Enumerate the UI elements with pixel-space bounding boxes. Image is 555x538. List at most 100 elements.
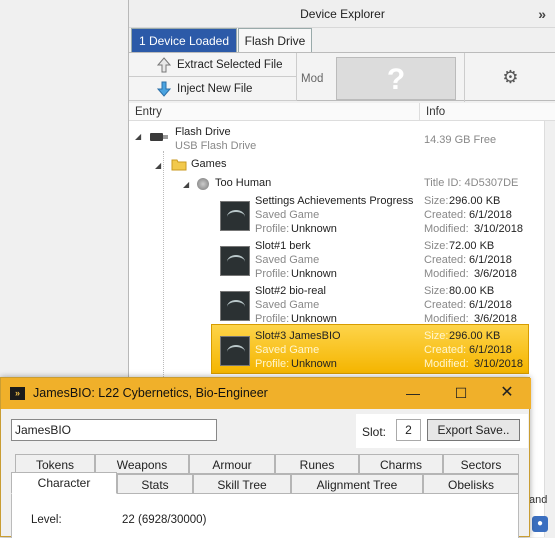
- device-name: Flash Drive: [175, 126, 231, 138]
- file-name: Slot#1 berk: [255, 240, 311, 252]
- modified-value: 3/6/2018: [474, 268, 517, 280]
- size-label: Size:: [424, 330, 449, 342]
- size-label: Size:: [424, 285, 449, 297]
- tab-character[interactable]: Character: [11, 472, 117, 494]
- maximize-button[interactable]: ☐: [441, 382, 481, 404]
- created-value: 6/1/2018: [469, 254, 512, 266]
- game-disc-icon: [197, 178, 209, 190]
- folder-name: Games: [191, 158, 227, 170]
- slot-number-field[interactable]: 2: [396, 419, 421, 441]
- tab-stats[interactable]: Stats: [117, 474, 193, 494]
- arrow-up-icon: [157, 57, 171, 73]
- explorer-titlebar: Device Explorer »: [129, 0, 555, 28]
- modified-value: 3/10/2018: [474, 223, 523, 235]
- tree-scrollbar[interactable]: [544, 121, 555, 537]
- size-value: 296.00 KB: [449, 330, 501, 342]
- size-label: Size:: [424, 240, 449, 252]
- column-header-info[interactable]: Info: [419, 103, 555, 121]
- extract-label: Extract Selected File: [177, 59, 283, 71]
- tab-alignment-tree[interactable]: Alignment Tree: [291, 474, 423, 494]
- tab-armour[interactable]: Armour: [189, 454, 275, 474]
- size-label: Size:: [424, 195, 449, 207]
- file-name: Slot#2 bio-real: [255, 285, 326, 297]
- size-value: 80.00 KB: [449, 285, 495, 297]
- slot-label: Slot:: [362, 425, 387, 439]
- profile-value: Unknown: [291, 268, 337, 280]
- created-value: 6/1/2018: [469, 209, 512, 221]
- device-type: USB Flash Drive: [175, 140, 257, 152]
- game-name: Too Human: [215, 177, 272, 189]
- game-title-id: Title ID: 4D5307DE: [424, 177, 519, 189]
- modified-label: Modified:: [424, 358, 469, 370]
- size-value: 72.00 KB: [449, 240, 495, 252]
- tab-runes[interactable]: Runes: [275, 454, 359, 474]
- size-value: 296.00 KB: [449, 195, 501, 207]
- created-label: Created:: [424, 299, 467, 311]
- tab-charms[interactable]: Charms: [359, 454, 443, 474]
- save-thumbnail-icon: [220, 291, 250, 321]
- modified-value: 3/6/2018: [474, 313, 517, 325]
- save-thumbnail-icon: [220, 201, 250, 231]
- arrow-down-icon: [157, 81, 171, 97]
- tab-skill-tree[interactable]: Skill Tree: [193, 474, 291, 494]
- mod-label: Mod: [301, 73, 324, 85]
- collapse-toggle-icon[interactable]: ◢: [183, 180, 189, 189]
- minimize-button[interactable]: —: [393, 382, 433, 404]
- usb-drive-icon: [150, 133, 168, 141]
- file-name: Settings Achievements Progress: [255, 195, 414, 207]
- tab-flash-drive[interactable]: Flash Drive: [238, 28, 312, 52]
- tab-sectors[interactable]: Sectors: [443, 454, 519, 474]
- file-type: Saved Game: [255, 209, 320, 221]
- profile-value: Unknown: [291, 313, 337, 325]
- created-label: Created:: [424, 209, 467, 221]
- file-type: Saved Game: [255, 344, 320, 356]
- modified-label: Modified:: [424, 268, 469, 280]
- profile-label: Profile:: [255, 313, 290, 325]
- profile-label: Profile:: [255, 223, 290, 235]
- folder-icon: [171, 159, 187, 171]
- inject-label: Inject New File: [177, 83, 253, 95]
- file-type: Saved Game: [255, 299, 320, 311]
- collapse-toggle-icon[interactable]: ◢: [135, 132, 141, 141]
- character-editor-window: » JamesBIO: L22 Cybernetics, Bio-Enginee…: [0, 377, 531, 538]
- inject-new-file-button[interactable]: Inject New File: [129, 77, 297, 101]
- profile-label: Profile:: [255, 358, 290, 370]
- file-type: Saved Game: [255, 254, 320, 266]
- save-thumbnail-icon: [220, 246, 250, 276]
- gear-icon: ⚙: [502, 67, 519, 87]
- taskbar-app-icon[interactable]: ●: [532, 516, 548, 532]
- created-label: Created:: [424, 254, 467, 266]
- modified-label: Modified:: [424, 313, 469, 325]
- collapse-toggle-icon[interactable]: ◢: [155, 161, 161, 170]
- device-free-space: 14.39 GB Free: [424, 134, 497, 146]
- modified-value: 3/10/2018: [474, 358, 523, 370]
- export-save-button[interactable]: Export Save..: [427, 419, 520, 441]
- tab-obelisks[interactable]: Obelisks: [423, 474, 519, 494]
- profile-value: Unknown: [291, 223, 337, 235]
- profile-value: Unknown: [291, 358, 337, 370]
- character-window-title: JamesBIO: L22 Cybernetics, Bio-Engineer: [33, 386, 268, 400]
- collapse-chevron-icon[interactable]: »: [538, 0, 546, 28]
- close-button[interactable]: ✕: [487, 382, 527, 404]
- mod-image[interactable]: ?: [336, 57, 456, 100]
- side-fragment: and: [529, 494, 548, 506]
- explorer-title: Device Explorer: [300, 7, 385, 21]
- tab-devices-loaded[interactable]: 1 Device Loaded: [131, 28, 237, 52]
- created-label: Created:: [424, 344, 467, 356]
- profile-label: Profile:: [255, 268, 290, 280]
- column-header-entry[interactable]: Entry: [129, 103, 419, 121]
- explorer-toolbar: Extract Selected File Inject New File Mo…: [129, 52, 555, 102]
- tab-tokens[interactable]: Tokens: [15, 454, 95, 474]
- tab-weapons[interactable]: Weapons: [95, 454, 189, 474]
- character-name-field[interactable]: JamesBIO: [11, 419, 217, 441]
- level-label: Level:: [31, 514, 62, 526]
- extract-selected-file-button[interactable]: Extract Selected File: [129, 53, 297, 77]
- file-name: Slot#3 JamesBIO: [255, 330, 341, 342]
- app-logo-icon: »: [10, 387, 25, 400]
- settings-button[interactable]: ⚙: [464, 53, 555, 102]
- character-tab-content: [11, 492, 519, 538]
- level-value: 22 (6928/30000): [122, 514, 207, 526]
- modified-label: Modified:: [424, 223, 469, 235]
- created-value: 6/1/2018: [469, 299, 512, 311]
- save-thumbnail-icon: [220, 336, 250, 366]
